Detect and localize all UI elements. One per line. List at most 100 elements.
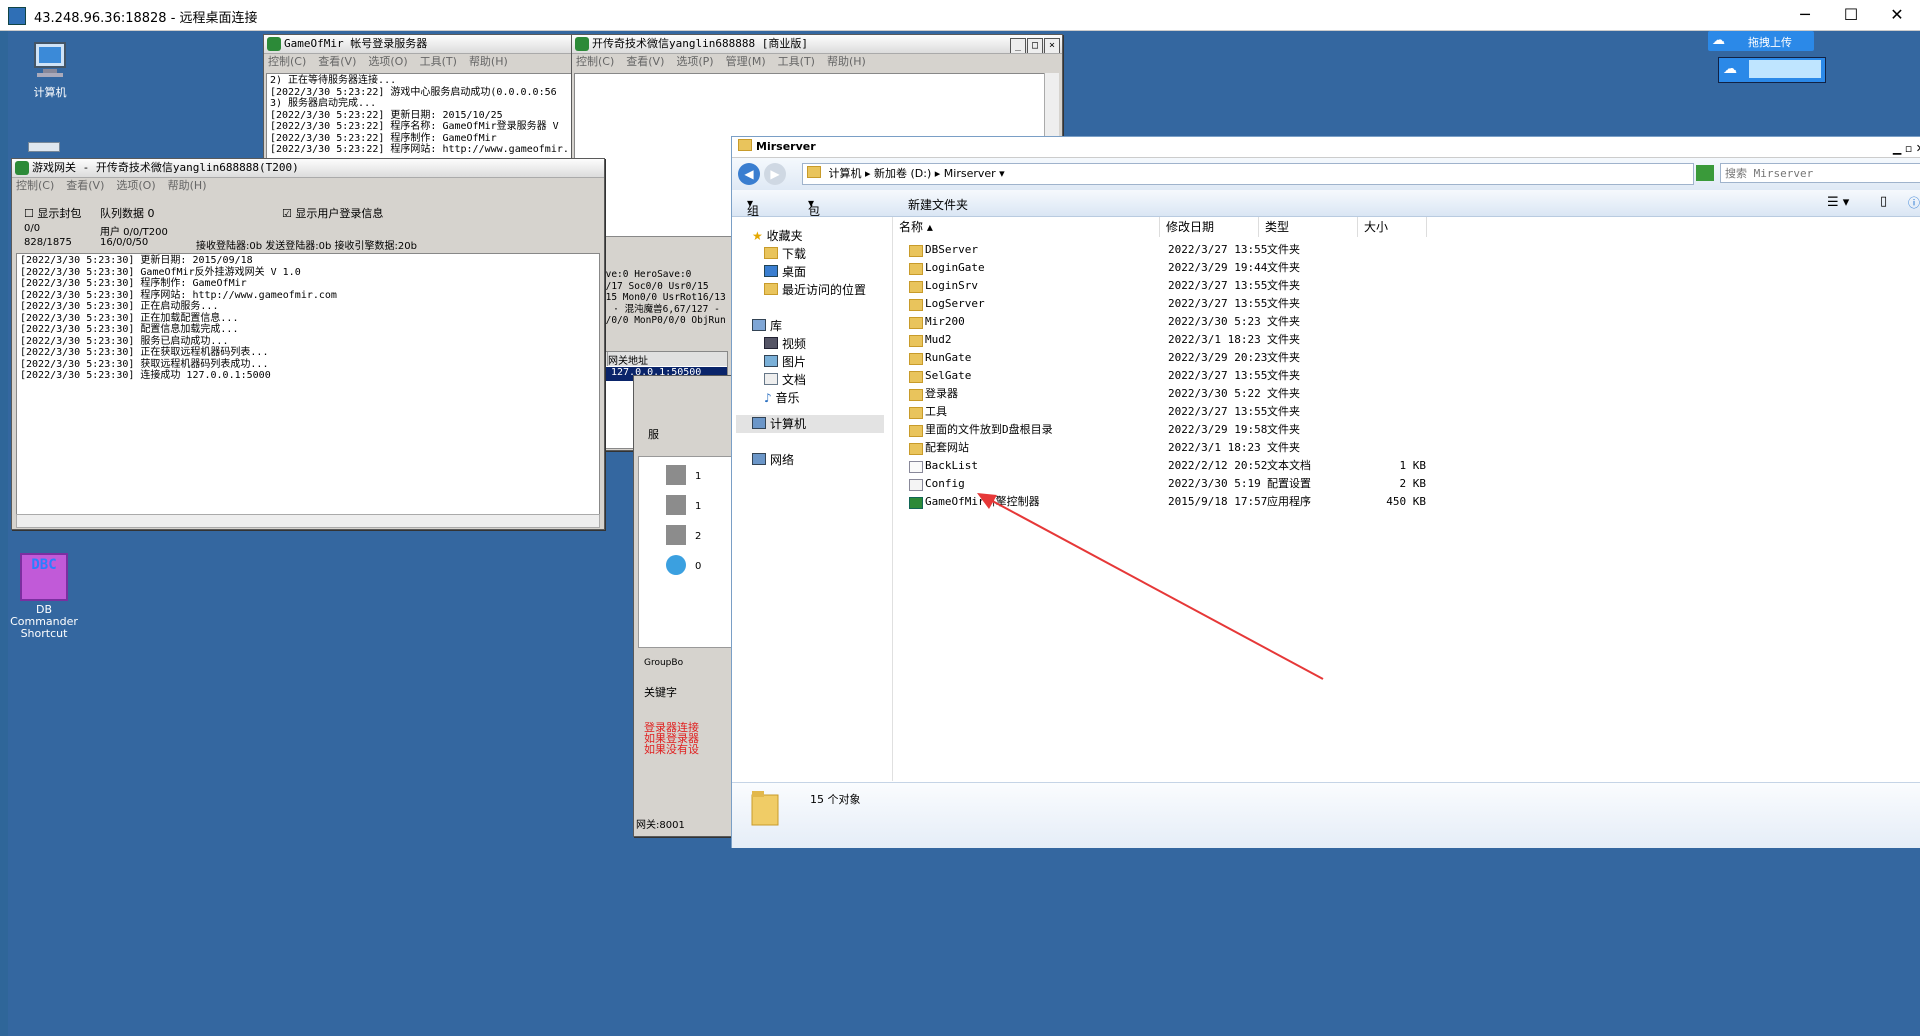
preview-pane-icon[interactable]: ▯ <box>1880 194 1887 209</box>
menu-item[interactable]: 查看(V) <box>626 55 664 68</box>
log-output: 2) 正在等待服务器连接... [2022/3/30 5:23:22] 游戏中心… <box>266 73 574 165</box>
star-icon: ★ <box>752 229 763 243</box>
desktop-icon-dbcommander[interactable]: DBC DB Commander Shortcut <box>9 553 79 640</box>
menu-bar: 控制(C) 查看(V) 选项(P) 管理(M) 工具(T) 帮助(H) <box>572 54 1062 70</box>
new-folder-button[interactable]: 新建文件夹 <box>908 196 968 213</box>
game-gate-window[interactable]: 游戏网关 - 开传奇技术微信yanglin688888(T200) 控制(C) 查… <box>11 158 605 530</box>
app-icon <box>267 37 281 51</box>
menu-item[interactable]: 控制(C) <box>268 55 306 68</box>
nav-downloads[interactable]: 下载 <box>764 245 806 262</box>
window-titlebar: 开传奇技术微信yanglin688888 [商业版] _ □ × <box>572 35 1062 54</box>
folder-icon <box>909 245 923 257</box>
column-header-date[interactable]: 修改日期 <box>1160 217 1259 237</box>
server-label: 服 <box>648 428 659 441</box>
folder-icon <box>909 299 923 311</box>
menu-item[interactable]: 查看(V) <box>318 55 356 68</box>
nav-desktop[interactable]: 桌面 <box>764 263 806 280</box>
menu-item[interactable]: 帮助(H) <box>827 55 866 68</box>
login-server-window[interactable]: GameOfMir 帐号登录服务器 控制(C) 查看(V) 选项(O) 工具(T) 帮助… <box>263 34 575 166</box>
baidu-drop-box[interactable]: ☁ <box>1718 57 1826 83</box>
window-titlebar: GameOfMir 帐号登录服务器 <box>264 35 574 54</box>
menu-item[interactable]: 查看(V) <box>66 179 104 192</box>
folder-icon <box>909 425 923 437</box>
view-options-icon[interactable]: ☰ ▾ <box>1827 195 1849 210</box>
menu-item[interactable]: 选项(O) <box>116 179 155 192</box>
nav-documents[interactable]: 文档 <box>764 371 806 388</box>
breadcrumb[interactable]: 计算机 ▸ 新加卷 (D:) ▸ Mirserver ▾ <box>802 163 1694 185</box>
rdp-window-title: 43.248.96.36:18828 - 远程桌面连接 <box>34 11 258 26</box>
menu-item[interactable]: 控制(C) <box>576 55 614 68</box>
navigation-pane: ★ 收藏夹 下载 桌面 最近访问的位置 库 视频 图片 文档 ♪ 音乐 计算机 … <box>732 217 893 781</box>
pictures-icon <box>764 355 778 367</box>
close-button[interactable]: ✕ <box>1874 0 1920 30</box>
video-icon <box>764 337 778 349</box>
back-button[interactable]: ◀ <box>738 163 760 185</box>
menu-item[interactable]: 选项(O) <box>368 55 407 68</box>
breadcrumb-item[interactable]: 新加卷 (D:) <box>874 167 931 180</box>
stat-label: 0/0 <box>24 223 41 234</box>
help-icon[interactable]: ⓘ <box>1908 194 1920 211</box>
stat-label: 用户 0/0/T200 <box>100 227 168 238</box>
menu-item[interactable]: 帮助(H) <box>168 179 207 192</box>
show-login-info-checkbox[interactable]: ☑ 显示用户登录信息 <box>282 205 383 221</box>
documents-icon <box>764 373 778 385</box>
window-buttons[interactable]: ▁ ▫ ✕ <box>1893 139 1920 159</box>
app-icon <box>15 161 29 175</box>
column-header-type[interactable]: 类型 <box>1259 217 1358 237</box>
column-header-name[interactable]: 名称 ▴ <box>893 217 1160 237</box>
nav-computer[interactable]: 计算机 <box>736 415 884 433</box>
app-icon <box>575 37 589 51</box>
explorer-titlebar: Mirserver ▁ ▫ ✕ <box>732 137 1920 158</box>
show-packets-checkbox[interactable]: ☐ 显示封包 <box>24 205 81 221</box>
maximize-button[interactable]: □ <box>1027 38 1043 53</box>
menu-item[interactable]: 帮助(H) <box>469 55 508 68</box>
menu-item[interactable]: 选项(P) <box>676 55 713 68</box>
nav-network[interactable]: 网络 <box>752 451 794 468</box>
maximize-button[interactable]: ☐ <box>1828 0 1874 30</box>
column-header-size[interactable]: 大小 <box>1358 217 1427 237</box>
minimize-button[interactable]: _ <box>1010 38 1026 53</box>
file-row[interactable]: GameOfMir引擎控制器 2015/9/18 17:57 应用程序 450 KB <box>893 491 1593 513</box>
column-header[interactable]: 网关地址 <box>608 352 727 367</box>
forward-button[interactable]: ▶ <box>764 163 786 185</box>
warning-text: 登录器连接 如果登录器 如果没有设 <box>644 721 699 756</box>
folder-icon <box>764 247 778 259</box>
desktop-icon-computer[interactable]: 计算机 <box>15 41 85 100</box>
desktop-icon-label: DB Commander Shortcut <box>10 603 78 640</box>
stat-label: 接收登陆器:0b 发送登陆器:0b 接收引擎数据:20b <box>196 241 417 252</box>
nav-recent[interactable]: 最近访问的位置 <box>764 281 866 298</box>
menu-item[interactable]: 工具(T) <box>420 55 457 68</box>
explorer-window[interactable]: Mirserver ▁ ▫ ✕ ◀ ▶ 计算机 ▸ 新加卷 (D:) ▸ Mir… <box>731 136 1920 848</box>
refresh-icon[interactable] <box>1696 165 1714 181</box>
menu-item[interactable]: 工具(T) <box>778 55 815 68</box>
computer-icon <box>752 417 766 429</box>
nav-libraries[interactable]: 库 <box>752 317 782 334</box>
baidu-upload-widget[interactable]: ☁ 拖拽上传 <box>1708 31 1814 51</box>
rdp-titlebar: 43.248.96.36:18828 - 远程桌面连接 ─ ☐ ✕ <box>0 0 1920 31</box>
remote-desktop: 计算机 DBC DB Commander Shortcut ☁ 拖拽上传 ☁ G… <box>8 31 1920 1036</box>
folder-icon <box>909 443 923 455</box>
computer-icon <box>34 42 66 77</box>
file-date: 2015/9/18 17:57 <box>1168 495 1268 508</box>
minimize-button[interactable]: ─ <box>1782 0 1828 30</box>
include-in-library-button[interactable]: 包含到库中 ▾ <box>808 196 820 286</box>
breadcrumb-item[interactable]: 计算机 <box>829 167 862 180</box>
group-box-label: GroupBo <box>644 658 684 668</box>
menu-item[interactable]: 控制(C) <box>16 179 54 192</box>
recycle-bin-icon[interactable] <box>28 142 60 152</box>
search-input[interactable] <box>1720 163 1920 183</box>
close-button[interactable]: × <box>1044 38 1060 53</box>
horizontal-scrollbar[interactable] <box>16 514 600 528</box>
nav-pictures[interactable]: 图片 <box>764 353 806 370</box>
nav-music[interactable]: ♪ 音乐 <box>764 389 800 406</box>
menu-bar: 控制(C) 查看(V) 选项(O) 帮助(H) <box>12 178 604 194</box>
nav-favorites[interactable]: ★ 收藏夹 <box>752 227 803 244</box>
menu-item[interactable]: 管理(M) <box>726 55 766 68</box>
item-count: 15 个对象 <box>810 793 861 806</box>
dbc-icon: DBC <box>20 553 68 601</box>
stat-label: 828/1875 <box>24 237 72 248</box>
file-name: GameOfMir引擎控制器 <box>925 495 1040 508</box>
nav-videos[interactable]: 视频 <box>764 335 806 352</box>
organize-button[interactable]: 组织 ▾ <box>747 196 759 235</box>
breadcrumb-item[interactable]: Mirserver <box>944 167 996 180</box>
